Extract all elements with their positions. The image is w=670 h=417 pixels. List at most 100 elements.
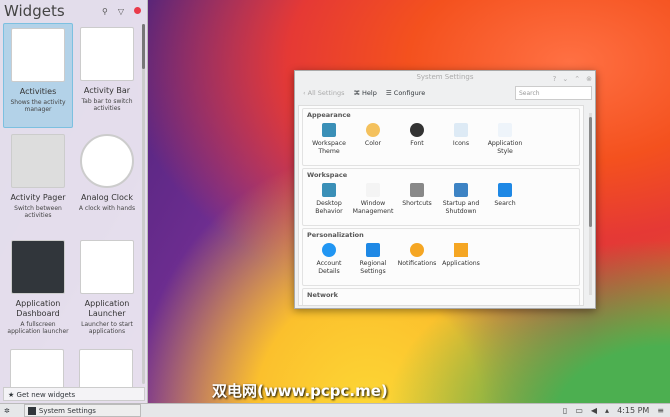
settings-item-applications[interactable]: Applications bbox=[439, 239, 483, 276]
back-button[interactable]: ‹ All Settings bbox=[303, 89, 344, 97]
widget-analog-clock[interactable]: Analog Clock A clock with hands bbox=[72, 130, 142, 235]
widget-desc: Launcher to start applications bbox=[81, 321, 133, 335]
settings-item-regional-settings[interactable]: Regional Settings bbox=[351, 239, 395, 276]
window-title: System Settings bbox=[416, 73, 474, 81]
widgets-panel: Widgets ⚲ ▽ Activities Shows the activit… bbox=[0, 0, 148, 403]
settings-item-label: Regional Settings bbox=[359, 260, 387, 275]
clock-icon bbox=[80, 134, 134, 188]
settings-item-label: Window Management bbox=[352, 200, 394, 215]
settings-item-workspace-theme[interactable]: Workspace Theme bbox=[307, 119, 351, 156]
widget-name: Activity Bar bbox=[83, 86, 131, 95]
get-new-widgets-button[interactable]: ★ Get new widgets bbox=[3, 387, 145, 401]
settings-item-label: Icons bbox=[452, 140, 470, 147]
settings-item-search[interactable]: Search bbox=[483, 179, 527, 216]
window-management-icon bbox=[366, 183, 380, 197]
applications-icon bbox=[454, 243, 468, 257]
settings-item-shortcuts[interactable]: Shortcuts bbox=[395, 179, 439, 216]
app-icon bbox=[27, 406, 36, 415]
widget-thumbnail bbox=[11, 28, 65, 82]
settings-item-label: Shortcuts bbox=[402, 200, 432, 207]
volume-icon[interactable]: ◀ bbox=[591, 406, 597, 415]
section-title: Personalization bbox=[307, 231, 364, 239]
clock[interactable]: 4:15 PM bbox=[617, 406, 649, 415]
widget-desc: A fullscreen application launcher bbox=[7, 321, 69, 335]
font-icon bbox=[410, 123, 424, 137]
settings-item-label: Notifications bbox=[397, 260, 437, 267]
scrollbar[interactable] bbox=[142, 24, 145, 384]
widget-desc: Tab bar to switch activities bbox=[81, 98, 133, 112]
application-style-icon bbox=[498, 123, 512, 137]
widget-name: Activities bbox=[19, 87, 57, 96]
task-system-settings[interactable]: System Settings bbox=[23, 404, 141, 417]
workspace-theme-icon bbox=[322, 123, 336, 137]
color-icon bbox=[366, 123, 380, 137]
widget-activity-bar[interactable]: Activity Bar Tab bar to switch activitie… bbox=[72, 23, 142, 128]
widget-desc: Switch between activities bbox=[14, 205, 62, 219]
display-icon[interactable]: ▭ bbox=[575, 406, 583, 415]
widget-application-launcher[interactable]: Application Launcher Launcher to start a… bbox=[72, 236, 142, 341]
widget-thumbnail bbox=[11, 134, 65, 188]
widget-name: Application Dashboard bbox=[15, 299, 61, 318]
star-icon: ★ bbox=[8, 391, 15, 399]
settings-item-startup-and-shutdown[interactable]: Startup and Shutdown bbox=[439, 179, 483, 216]
configure-label: Configure bbox=[393, 89, 426, 97]
settings-item-account-details[interactable]: Account Details bbox=[307, 239, 351, 276]
icons-icon bbox=[454, 123, 468, 137]
configure-button[interactable]: ☰ Configure bbox=[386, 89, 425, 97]
startup-and-shutdown-icon bbox=[454, 183, 468, 197]
watermark: 双电网(www.pcpc.me) bbox=[212, 382, 388, 400]
launcher-icon[interactable]: ✲ bbox=[4, 407, 10, 415]
settings-item-color[interactable]: Color bbox=[351, 119, 395, 156]
settings-item-desktop-behavior[interactable]: Desktop Behavior bbox=[307, 179, 351, 216]
settings-item-window-management[interactable]: Window Management bbox=[351, 179, 395, 216]
settings-item-icons[interactable]: Icons bbox=[439, 119, 483, 156]
menu-icon[interactable]: ≡ bbox=[657, 406, 664, 415]
help-label: Help bbox=[362, 89, 377, 97]
account-details-icon bbox=[322, 243, 336, 257]
settings-item-notifications[interactable]: Notifications bbox=[395, 239, 439, 276]
widget-activity-pager[interactable]: Activity Pager Switch between activities bbox=[3, 130, 73, 235]
expand-tray-icon[interactable]: ▴ bbox=[605, 406, 609, 415]
widget-thumbnail bbox=[80, 240, 134, 294]
task-label: System Settings bbox=[38, 406, 96, 415]
section-title: Network bbox=[307, 291, 338, 299]
section-personalization: Personalization Account Details Regional S… bbox=[302, 228, 580, 286]
settings-item-label: Color bbox=[364, 140, 382, 147]
taskbar: ✲ System Settings ▯ ▭ ◀ ▴ 4:15 PM ≡ bbox=[0, 403, 670, 417]
regional-settings-icon bbox=[366, 243, 380, 257]
settings-item-label: Startup and Shutdown bbox=[442, 200, 480, 215]
close-icon[interactable] bbox=[134, 7, 141, 14]
settings-item-label: Workspace Theme bbox=[312, 140, 346, 155]
widget-application-dashboard[interactable]: Application Dashboard A fullscreen appli… bbox=[3, 236, 73, 341]
settings-item-label: Applications bbox=[442, 260, 480, 267]
desktop-behavior-icon bbox=[322, 183, 336, 197]
widget-thumbnail bbox=[80, 27, 134, 81]
widget-name: Activity Pager bbox=[10, 193, 66, 202]
scrollbar[interactable] bbox=[589, 113, 592, 295]
settings-item-label: Account Details bbox=[316, 260, 342, 275]
search-icon bbox=[498, 183, 512, 197]
widget-name: Analog Clock bbox=[81, 193, 133, 202]
search-icon[interactable]: ⚲ bbox=[102, 7, 108, 16]
widget-desc: A clock with hands bbox=[78, 205, 136, 212]
section-title: Appearance bbox=[307, 111, 351, 119]
settings-content: Appearance Workspace Theme Color Font Icons A… bbox=[298, 105, 584, 306]
settings-item-label: Desktop Behavior bbox=[315, 200, 343, 215]
settings-item-label: Search bbox=[494, 200, 516, 207]
help-button[interactable]: ⌘ Help bbox=[353, 89, 376, 97]
notifications-icon bbox=[410, 243, 424, 257]
get-new-label: Get new widgets bbox=[16, 391, 76, 399]
widget-thumbnail bbox=[10, 349, 64, 389]
settings-item-font[interactable]: Font bbox=[395, 119, 439, 156]
filter-icon[interactable]: ▽ bbox=[118, 7, 124, 16]
search-input[interactable]: Search bbox=[515, 86, 592, 100]
widget-thumbnail bbox=[11, 240, 65, 294]
shortcuts-icon bbox=[410, 183, 424, 197]
section-network: Network bbox=[302, 288, 580, 305]
widget-activities[interactable]: Activities Shows the activity manager bbox=[3, 23, 73, 128]
settings-item-application-style[interactable]: Application Style bbox=[483, 119, 527, 156]
section-workspace: Workspace Desktop Behavior Window Manageme… bbox=[302, 168, 580, 226]
settings-item-label: Application Style bbox=[487, 140, 523, 155]
widget-desc: Shows the activity manager bbox=[10, 99, 66, 113]
clipboard-icon[interactable]: ▯ bbox=[563, 406, 567, 415]
